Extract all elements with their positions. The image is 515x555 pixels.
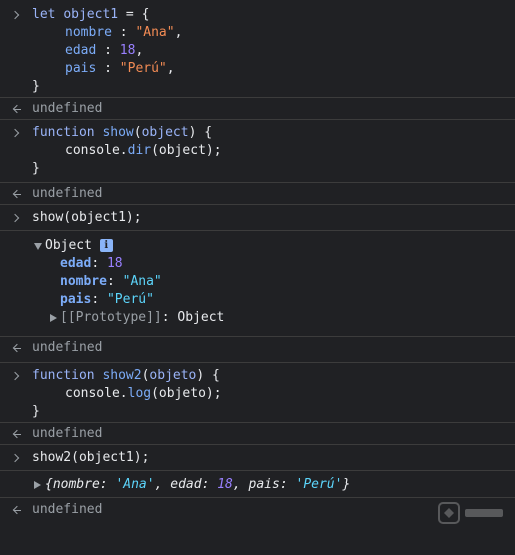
return-value: undefined [32,186,103,201]
console-input-entry[interactable]: function show(object) { console.dir(obje… [0,119,515,182]
object-header[interactable]: Object i [0,237,515,255]
triangle-right-icon[interactable] [50,314,57,322]
return-arrow-icon [10,425,22,443]
code-line: nombre : "Ana", [65,25,183,40]
chevron-right-icon [10,449,22,467]
chevron-right-icon [10,367,22,385]
object-property: edad: 18 [60,256,123,271]
code-line: console.log(objeto); [65,386,222,401]
object-property: pais: "Perú" [60,292,154,307]
code-line: console.dir(object); [65,143,222,158]
return-value: undefined [32,426,103,441]
code-line: let object1 = { [32,7,150,22]
code-line: } [32,404,40,419]
code-line: } [32,161,40,176]
return-arrow-icon [10,185,22,203]
return-value: undefined [32,502,103,517]
code-line: show2(object1); [32,450,150,465]
code-line: edad : 18, [65,43,144,58]
return-value: undefined [32,340,103,355]
console-return-entry: undefined [0,97,515,119]
watermark-logo [438,502,503,524]
info-icon[interactable]: i [99,239,113,252]
code-line: } [32,79,40,94]
code-line: function show2(objeto) { [32,368,220,383]
console-input-entry[interactable]: function show2(objeto) { console.log(obj… [0,362,515,422]
console-return-entry: undefined [0,422,515,444]
console-log-output[interactable]: {nombre: 'Ana', edad: 18, pais: 'Perú'} [0,470,515,497]
object-prototype[interactable]: [[Prototype]]: Object [0,309,515,327]
triangle-down-icon[interactable] [34,243,42,250]
chevron-right-icon [10,6,22,24]
return-arrow-icon [10,501,22,519]
triangle-right-icon[interactable] [34,481,41,489]
chevron-right-icon [10,124,22,142]
console-return-entry: undefined [0,182,515,204]
devtools-console: let object1 = { nombre : "Ana", edad : 1… [0,0,515,530]
return-arrow-icon [10,339,22,357]
object-property: nombre: "Ana" [60,274,162,289]
chevron-right-icon [10,209,22,227]
console-input-entry[interactable]: show(object1); [0,204,515,230]
code-line: function show(object) { [32,125,213,140]
object-preview: {nombre: 'Ana', edad: 18, pais: 'Perú'} [45,477,351,492]
return-arrow-icon [10,100,22,118]
code-line: pais : "Perú", [65,61,175,76]
code-line: show(object1); [32,210,142,225]
console-input-entry[interactable]: show2(object1); [0,444,515,470]
console-return-entry: undefined [0,336,515,362]
console-dir-output: Object i edad: 18 nombre: "Ana" pais: "P… [0,230,515,336]
console-input-entry[interactable]: let object1 = { nombre : "Ana", edad : 1… [0,0,515,97]
return-value: undefined [32,101,103,116]
